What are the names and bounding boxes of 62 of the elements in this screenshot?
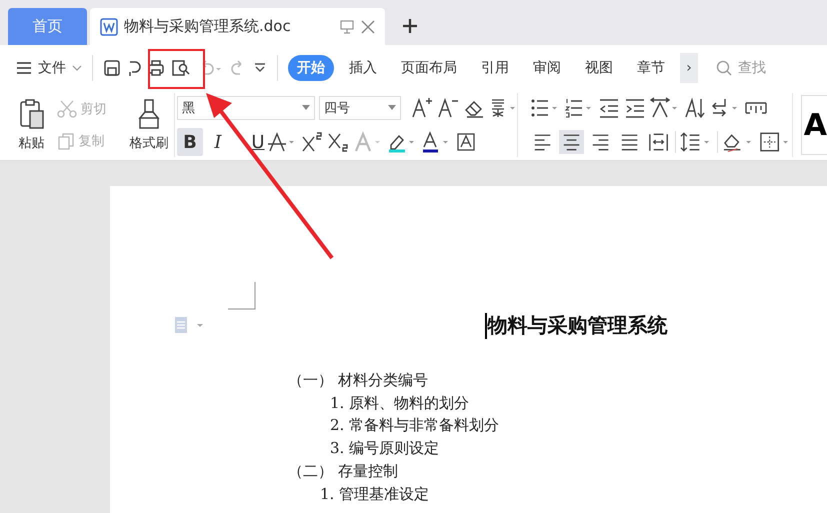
outline-item: 3. 编号原则设定 (329, 438, 440, 460)
clipboard-button[interactable]: 粘贴 (12, 93, 52, 157)
superscript-icon[interactable] (300, 131, 323, 153)
chevron-down-icon (72, 64, 82, 72)
outline-item: 1. 管理基准设定 (319, 484, 430, 505)
text-direction-icon[interactable] (650, 97, 680, 119)
outline-item: 2. 常备料与非常备料划分 (329, 415, 500, 436)
font-color-icon[interactable] (420, 131, 451, 153)
menu-tab[interactable]: 插入 (340, 54, 386, 80)
decrease-indent-icon[interactable] (598, 97, 620, 119)
dropdown-caret-icon[interactable] (388, 105, 396, 111)
align-icon[interactable] (559, 130, 584, 154)
font-style-button[interactable]: I (206, 128, 229, 156)
customize-icon[interactable] (253, 60, 267, 74)
more-tabs-button[interactable]: › (680, 52, 698, 82)
grow-font-icon[interactable] (410, 97, 433, 119)
font-style-button[interactable]: U (244, 128, 271, 156)
margin-corner-mark (228, 282, 256, 310)
clipboard-icon (18, 98, 46, 130)
paintbrush-icon (136, 98, 161, 130)
search-field[interactable]: 查找 (736, 58, 800, 76)
menu-tab[interactable]: 审阅 (524, 54, 570, 80)
close-icon[interactable] (361, 20, 375, 34)
font-name-field[interactable]: 黑 (176, 96, 315, 120)
document-tab[interactable]: 物料与采购管理系统.doc (90, 8, 385, 45)
new-tab-icon[interactable] (402, 18, 418, 34)
export-icon[interactable] (127, 58, 141, 76)
menu-tab[interactable]: 章节 (628, 54, 674, 80)
numbered-list-icon[interactable] (564, 97, 594, 119)
scissors-icon (57, 100, 78, 118)
print-icon[interactable] (147, 58, 165, 76)
outline-heading: （二） 存量控制 (288, 460, 399, 482)
subscript-icon[interactable] (326, 131, 349, 153)
character-border-icon[interactable] (454, 131, 477, 153)
file-menu[interactable]: 文件 (16, 58, 82, 76)
document-title: 物料与采购管理系统 (485, 312, 827, 339)
menu-tab[interactable]: 页面布局 (392, 54, 466, 80)
search-icon[interactable] (716, 60, 732, 76)
shrink-font-icon[interactable] (436, 97, 459, 119)
outline-item: 1. 原料、物料的划分 (329, 392, 470, 414)
outline-heading: （一） 材料分类编号 (288, 370, 429, 391)
menu-tab[interactable]: 视图 (576, 54, 622, 80)
style-preview[interactable]: A (800, 95, 827, 155)
print-preview-icon[interactable] (171, 58, 191, 76)
font-style-button[interactable]: B (176, 128, 203, 156)
sort-icon[interactable] (684, 97, 706, 119)
menu-tab[interactable]: 引用 (472, 54, 518, 80)
save-icon[interactable] (103, 58, 121, 76)
strikethrough-icon[interactable] (266, 131, 297, 153)
font-size-value: 四号 (324, 100, 350, 117)
monitor-icon[interactable] (339, 18, 355, 34)
bullet-list-icon[interactable] (530, 97, 560, 119)
menu-icon (16, 60, 32, 74)
copy-icon (57, 132, 76, 150)
font-size-field[interactable]: 四号 (318, 96, 401, 120)
document-icon (100, 18, 118, 36)
highlight-box (148, 49, 205, 89)
increase-indent-icon[interactable] (624, 97, 646, 119)
clipboard-button[interactable]: 格式刷 (124, 93, 174, 157)
line-break-icon[interactable] (710, 97, 740, 119)
dropdown-caret-icon[interactable] (302, 105, 310, 111)
font-name-value: 黑 (182, 100, 195, 117)
